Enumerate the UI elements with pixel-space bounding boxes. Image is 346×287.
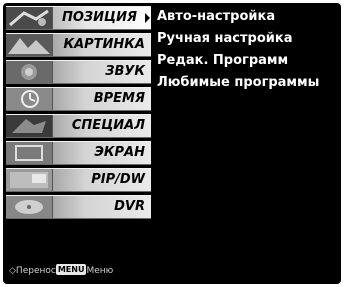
submenu-item-auto-tune[interactable]: Авто-настройка: [155, 6, 338, 28]
pip-icon: [6, 169, 53, 191]
menu-item-special[interactable]: СПЕЦИАЛ: [6, 114, 151, 138]
submenu-arrow-icon: [145, 13, 150, 23]
move-label: Перенос: [15, 266, 56, 276]
time-icon: [6, 88, 53, 110]
submenu-panel: Авто-настройка Ручная настройка Редак. П…: [155, 6, 338, 281]
screen-icon: [6, 142, 53, 164]
menu-item-label: ПОЗИЦИЯ: [62, 10, 137, 25]
menu-key-icon: MENU: [55, 264, 87, 275]
menu-item-dvr[interactable]: DVR: [6, 195, 151, 219]
special-icon: [6, 115, 53, 137]
picture-icon: [6, 34, 53, 56]
menu-item-position[interactable]: ПОЗИЦИЯ: [6, 6, 151, 30]
menu-item-picture[interactable]: КАРТИНКА: [6, 33, 151, 57]
menu-item-label: ВРЕМЯ: [93, 91, 145, 106]
menu-item-label: ЭКРАН: [94, 145, 145, 160]
submenu-item-favourite-programmes[interactable]: Любимые программы: [155, 72, 338, 94]
menu-item-pip[interactable]: PIP/DW: [6, 168, 151, 192]
dvr-icon: [6, 196, 53, 218]
sound-icon: [6, 61, 53, 83]
menu-footer: ◇Перенос MENU Меню: [9, 264, 154, 278]
menu-item-sound[interactable]: ЗВУК: [6, 60, 151, 84]
menu-label: Меню: [86, 266, 114, 276]
submenu-item-programme-edit[interactable]: Редак. Программ: [155, 50, 338, 72]
position-icon: [6, 7, 53, 29]
menu-item-label: ЗВУК: [105, 64, 145, 79]
main-menu: ПОЗИЦИЯ КАРТИНКА ЗВУК ВРЕМЯ СПЕЦИАЛ ЭКРА…: [6, 6, 151, 281]
menu-item-label: СПЕЦИАЛ: [71, 118, 145, 133]
menu-item-label: PIP/DW: [91, 172, 145, 187]
osd-screen: ПОЗИЦИЯ КАРТИНКА ЗВУК ВРЕМЯ СПЕЦИАЛ ЭКРА…: [3, 3, 341, 284]
menu-item-screen[interactable]: ЭКРАН: [6, 141, 151, 165]
submenu-item-manual-tune[interactable]: Ручная настройка: [155, 28, 338, 50]
navigate-icon: ◇: [9, 266, 16, 276]
menu-item-label: КАРТИНКА: [63, 37, 145, 52]
menu-item-label: DVR: [114, 199, 145, 214]
menu-item-time[interactable]: ВРЕМЯ: [6, 87, 151, 111]
